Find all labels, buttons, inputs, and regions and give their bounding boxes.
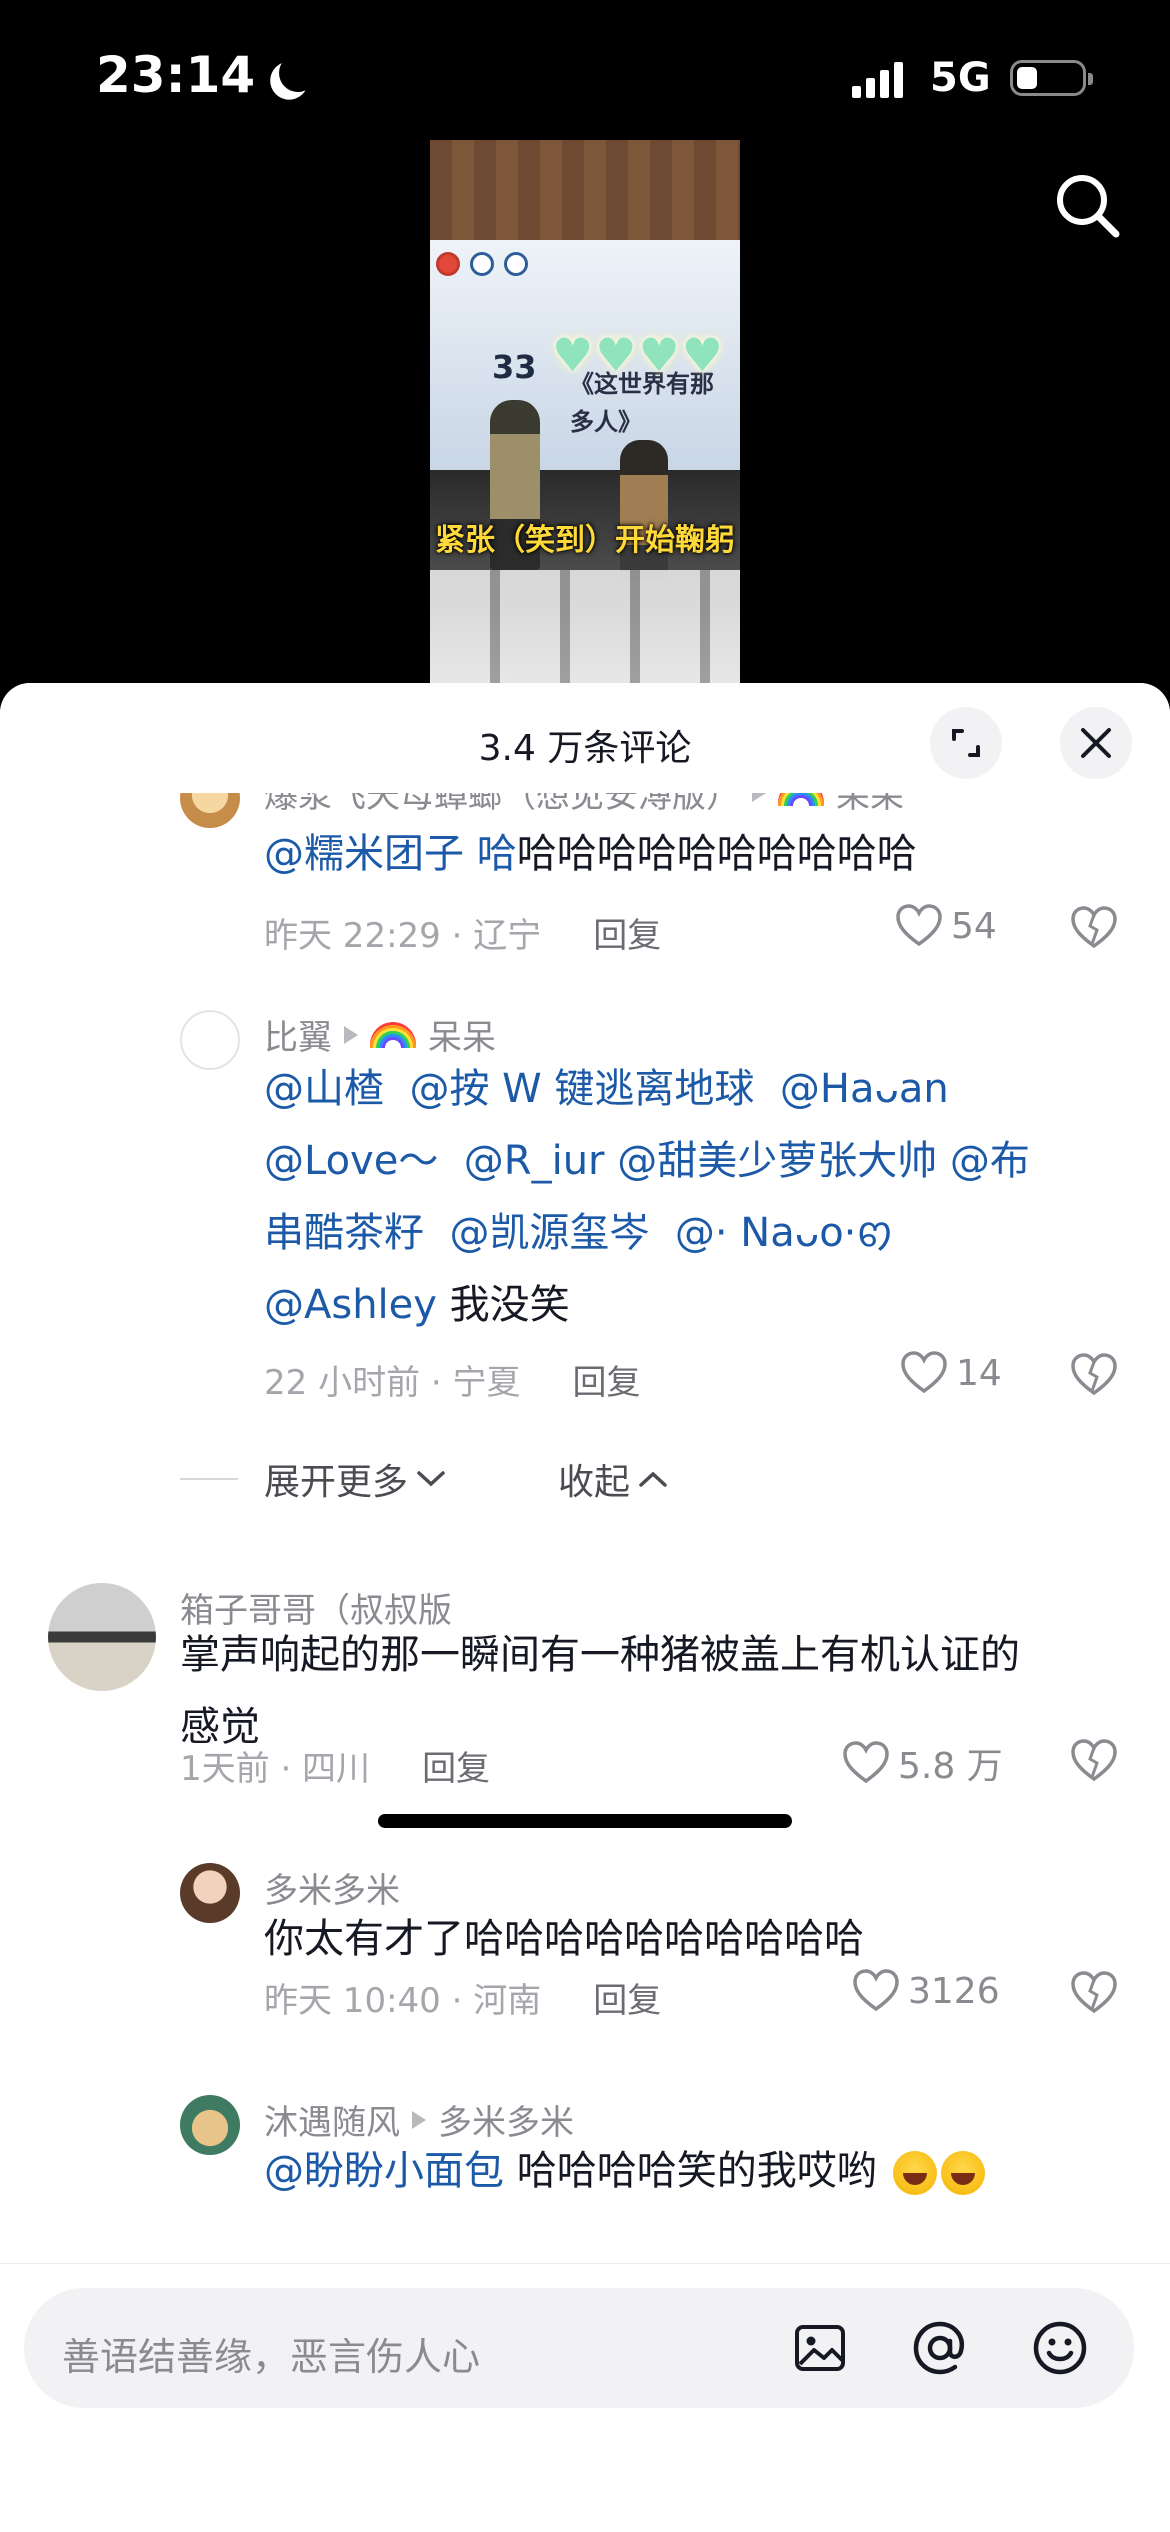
like-button[interactable]: 14 [900,1351,1002,1395]
mention-link[interactable]: @山楂 [264,1066,384,1112]
banner-number: 33 [492,348,537,386]
image-icon[interactable] [790,2318,850,2378]
at-icon[interactable] [910,2318,970,2378]
mention-link[interactable]: @糯米团子 [264,831,464,877]
status-bar: 23:14 5G [0,0,1170,150]
rainbow-icon [370,1021,416,1048]
collapse-button[interactable]: 收起 [558,1453,670,1505]
hearts-sticker: ♥ ♥ ♥ ♥ [552,328,723,382]
avatar[interactable] [180,2095,240,2155]
mention-link[interactable]: @Haᴗan [780,1066,949,1112]
dislike-icon [1071,1739,1117,1782]
comment-username[interactable]: 爆浆飞天母蟑螂（想见安溥版） 呆呆 [264,793,904,817]
status-time: 23:14 [96,46,305,104]
like-button[interactable]: 3126 [852,1969,1000,2013]
mention-link[interactable]: @凯源玺岑 [449,1210,649,1256]
comment-input-bar: 善语结善缘，恶言伤人心 [0,2263,1170,2532]
reply-button[interactable]: 回复 [593,908,661,957]
dislike-icon [1071,1353,1117,1396]
expand-more-button[interactable]: 展开更多 [264,1453,448,1505]
heart-icon [901,1351,947,1394]
video-player[interactable]: 33 《这世界有那 多人》 ♥ ♥ ♥ ♥ 紧张（笑到）开始鞠躬 [430,140,740,685]
heart-icon [843,1741,889,1784]
comment-meta: 昨天 22:29 · 辽宁 回复 [264,908,661,957]
video-caption: 紧张（笑到）开始鞠躬 [435,523,735,558]
dislike-button[interactable] [1070,1971,1118,2019]
mention-link[interactable]: @盼盼小面包 [264,2148,504,2194]
network-type: 5G [930,55,991,101]
battery-icon [1010,60,1093,96]
input-placeholder: 善语结善缘，恶言伤人心 [62,2335,481,2379]
expand-button[interactable] [930,707,1002,779]
mention-link[interactable]: @Love～ [264,1138,438,1184]
comment-meta: 昨天 10:40 · 河南 回复 [264,1973,661,2022]
laughing-emoji-icon [893,2151,938,2195]
mention-link[interactable]: @布 [950,1138,1030,1184]
avatar[interactable] [180,793,240,828]
comment-input[interactable]: 善语结善缘，恶言伤人心 [24,2288,1134,2408]
mention-link[interactable]: @按 W 键逃离地球 [409,1066,754,1112]
dislike-icon [1071,1971,1117,2014]
comment-meta: 1天前 · 四川 回复 [180,1741,490,1790]
dislike-button[interactable] [1070,1353,1118,1401]
dislike-button[interactable] [1070,1739,1118,1787]
expand-icon [952,729,980,757]
comment-meta: 22 小时前 · 宁夏 回复 [264,1355,641,1404]
avatar[interactable] [180,1863,240,1923]
reply-button[interactable]: 回复 [593,1973,661,2022]
like-button[interactable]: 5.8 万 [842,1737,1003,1789]
sheet-header: 3.4 万条评论 [0,683,1170,793]
signal-icon [852,60,903,98]
comment-sheet: 3.4 万条评论 爆浆飞天母蟑螂（想见安溥版） 呆呆 @糯米团子 哈哈哈哈哈哈哈… [0,683,1170,2532]
banner-logos [436,252,528,276]
comment-list[interactable]: 爆浆飞天母蟑螂（想见安溥版） 呆呆 @糯米团子 哈哈哈哈哈哈哈哈哈哈哈 昨天 2… [0,793,1170,2263]
comment-text: 你太有才了哈哈哈哈哈哈哈哈哈哈 [264,1916,864,1962]
like-button[interactable]: 54 [895,904,997,948]
reply-arrow-icon [344,1025,358,1044]
mention-link[interactable]: @· Naᴗo·ꩅ [675,1210,893,1256]
avatar[interactable] [48,1583,156,1691]
search-icon[interactable] [1052,170,1122,240]
close-button[interactable] [1060,707,1132,779]
rainbow-icon [778,793,824,806]
comment-text: @盼盼小面包 哈哈哈哈笑的我哎哟 [264,2135,986,2207]
emoji-icon[interactable] [1030,2318,1090,2378]
heart-icon [896,904,942,947]
laughing-emoji-icon [941,2151,986,2195]
reply-button[interactable]: 回复 [573,1355,641,1404]
moon-icon [276,51,320,95]
reply-comment: 爆浆飞天母蟑螂（想见安溥版） 呆呆 @糯米团子 哈哈哈哈哈哈哈哈哈哈哈 昨天 2… [0,793,1170,956]
reply-arrow-icon [412,2110,426,2129]
home-indicator[interactable] [378,1814,792,1828]
avatar[interactable] [180,1010,240,1070]
performer-figure [620,440,668,580]
mention-link[interactable]: @R_iur [464,1138,605,1184]
comment-text: @糯米团子 哈哈哈哈哈哈哈哈哈哈哈 [264,831,917,877]
dislike-button[interactable] [1070,906,1118,954]
reply-arrow-icon [752,793,766,802]
chevron-down-icon [417,1471,445,1487]
expand-replies-row: 展开更多 收起 [180,1453,670,1505]
close-icon [1081,728,1111,758]
heart-icon [853,1969,899,2012]
dislike-icon [1071,906,1117,949]
reply-button[interactable]: 回复 [422,1741,490,1790]
comment-text: @山楂 @按 W 键逃离地球 @Haᴗan @Love～ @R_iur @甜美少… [264,1066,1030,1328]
chevron-up-icon [639,1471,667,1487]
mention-link[interactable]: @甜美少萝张大帅 [617,1138,937,1184]
comment-username[interactable]: 比翼 呆呆 [264,1010,496,1059]
mention-link[interactable]: @Ashley [264,1282,437,1328]
mention-link[interactable]: 串酷茶籽 [264,1210,424,1256]
